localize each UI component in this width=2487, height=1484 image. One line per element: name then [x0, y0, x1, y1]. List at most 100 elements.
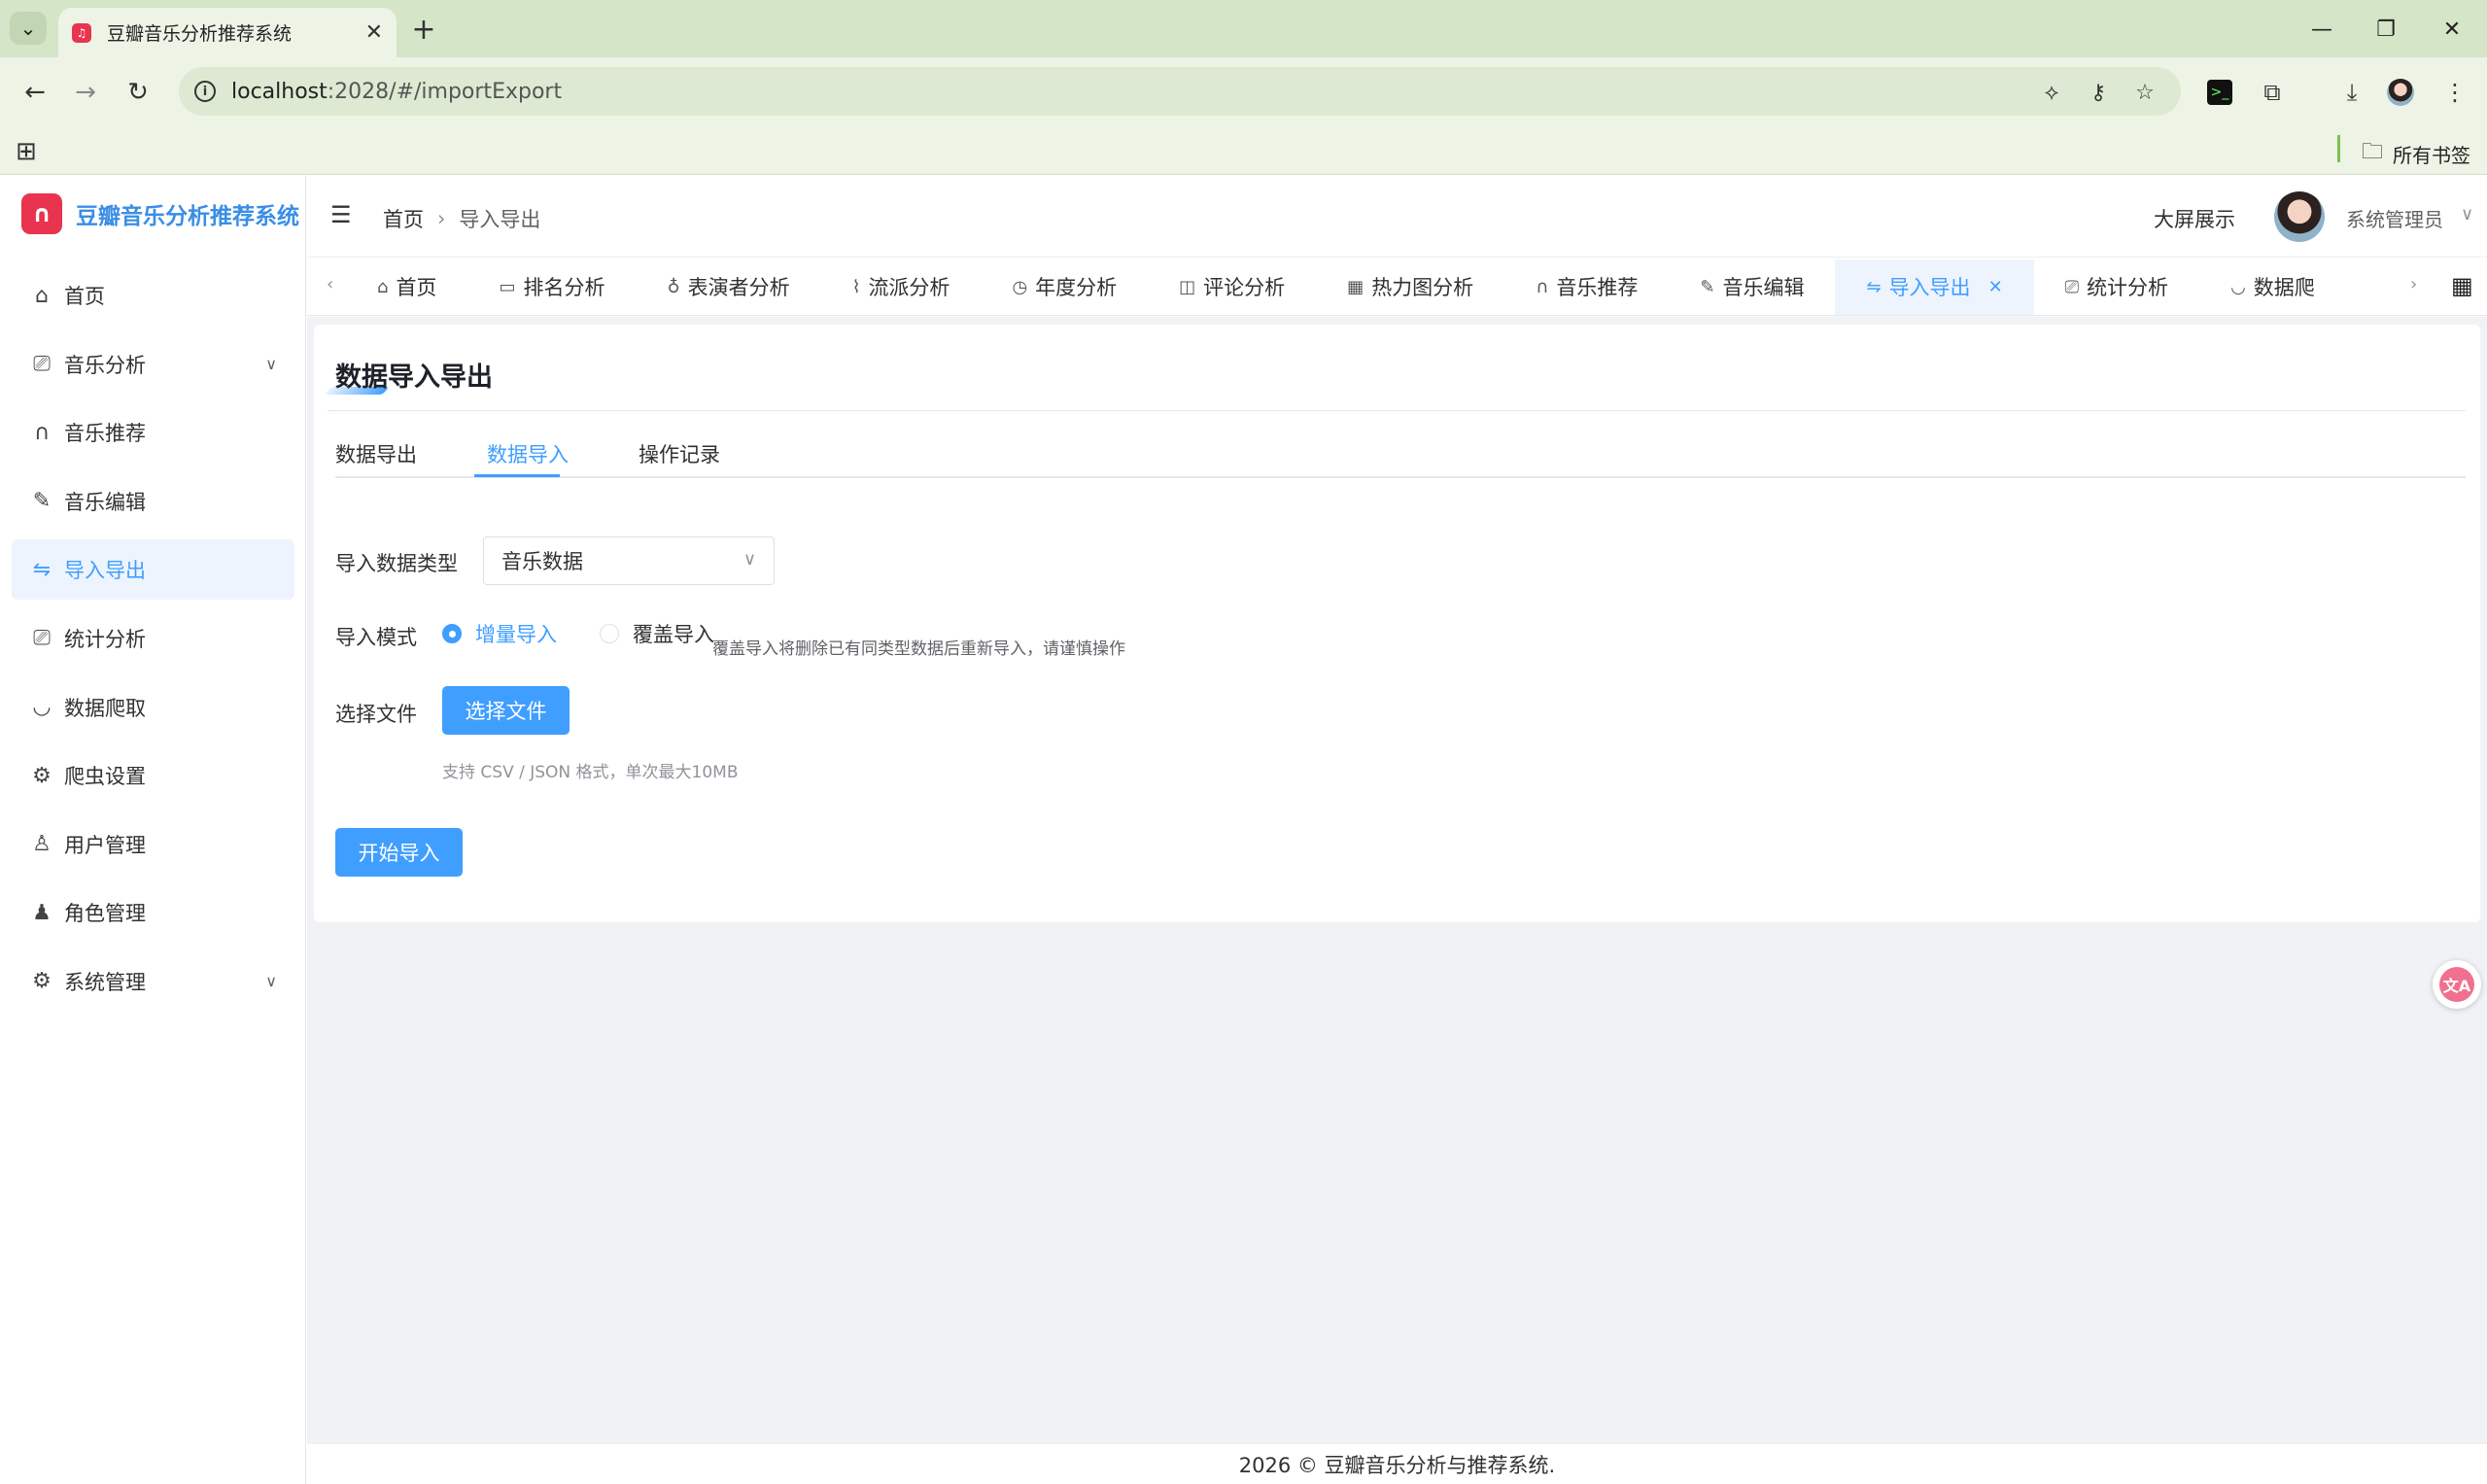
radio-incremental-label: 增量导入: [475, 623, 557, 646]
footer-copyright: 2026 © 豆瓣音乐分析与推荐系统.: [1238, 1453, 1556, 1477]
sidebar-item-music-recommend[interactable]: ∩ 音乐推荐: [12, 402, 294, 463]
import-mode-label: 导入模式: [335, 626, 417, 649]
tag-label: 评论分析: [1203, 276, 1286, 299]
tag-label: 年度分析: [1035, 276, 1118, 299]
tag-crawl[interactable]: ◡ 数据爬: [2199, 258, 2346, 315]
sidebar-item-music-analysis[interactable]: ⎚ 音乐分析 ∨: [12, 334, 294, 395]
reload-button[interactable]: ↻: [119, 73, 157, 112]
sidebar-item-crawler-settings[interactable]: ⚙ 爬虫设置: [12, 745, 294, 806]
app-logo[interactable]: ∩ 豆瓣音乐分析推荐系统: [21, 193, 299, 234]
key-icon[interactable]: ⚷: [2082, 76, 2115, 109]
tag-import-export[interactable]: ⇋ 导入导出 ✕: [1835, 259, 2034, 315]
headphones-icon: ∩: [1536, 276, 1549, 297]
tag-heatmap[interactable]: ▦ 热力图分析: [1316, 258, 1504, 315]
sidebar-item-label: 系统管理: [64, 970, 146, 994]
sidebar-item-label: 音乐推荐: [64, 422, 146, 446]
close-icon[interactable]: ✕: [1988, 277, 2003, 297]
sidebar-item-system[interactable]: ⚙ 系统管理 ∨: [12, 951, 294, 1012]
overwrite-hint: 覆盖导入将删除已有同类型数据后重新导入，请谨慎操作: [712, 639, 1125, 659]
tag-label: 热力图分析: [1371, 276, 1474, 299]
breadcrumb-home[interactable]: 首页: [383, 204, 424, 233]
sidebar-item-label: 首页: [64, 285, 105, 308]
page-title: 数据导入导出: [335, 362, 493, 393]
tag-label: 排名分析: [523, 276, 605, 299]
apps-grid-icon[interactable]: ⊞: [16, 137, 37, 166]
tag-ranking[interactable]: ▭ 排名分析: [467, 258, 636, 315]
radio-dot: [442, 624, 462, 643]
sidebar-item-import-export[interactable]: ⇋ 导入导出: [12, 539, 294, 601]
profile-avatar-icon[interactable]: [2381, 73, 2420, 112]
terminal-extension-icon[interactable]: >_: [2200, 73, 2239, 112]
radio-overwrite[interactable]: 覆盖导入: [600, 619, 714, 648]
grid-icon: ▦: [1347, 276, 1364, 297]
download-icon[interactable]: ⤓: [2332, 73, 2371, 112]
all-bookmarks-button[interactable]: 🗀 所有书签: [2362, 135, 2470, 172]
tag-home[interactable]: ⌂ 首页: [346, 258, 467, 315]
choose-file-button[interactable]: 选择文件: [442, 686, 570, 735]
sidebar-item-music-edit[interactable]: ✎ 音乐编辑: [12, 471, 294, 532]
big-screen-link[interactable]: 大屏展示: [2154, 204, 2235, 233]
extensions-puzzle-icon[interactable]: ⧉: [2253, 73, 2292, 112]
tab-search-button[interactable]: ⌄: [10, 12, 47, 45]
import-type-select[interactable]: 音乐数据 ∨: [483, 536, 775, 585]
divider: [328, 410, 2466, 411]
browser-tab[interactable]: ♫ 豆瓣音乐分析推荐系统 ✕: [58, 8, 397, 57]
tab-data-export[interactable]: 数据导出: [335, 439, 417, 468]
sidebar-item-home[interactable]: ⌂ 首页: [12, 265, 294, 326]
translate-float-button[interactable]: 文A: [2433, 960, 2481, 1009]
url-path: :2028/#/importExport: [327, 79, 563, 104]
hamburger-menu-icon[interactable]: ☰: [330, 201, 352, 228]
breadcrumb-current: 导入导出: [459, 208, 541, 231]
close-icon[interactable]: ✕: [365, 20, 383, 45]
minimize-button[interactable]: —: [2297, 10, 2346, 49]
top-header: ☰ 首页 › 导入导出 大屏展示 系统管理员 ∨: [307, 176, 2487, 258]
more-menu-icon[interactable]: ⋮: [2435, 73, 2474, 112]
address-bar[interactable]: i localhost :2028/#/importExport ⟡ ⚷ ☆: [179, 67, 2181, 116]
sidebar-item-crawl[interactable]: ◡ 数据爬取: [12, 677, 294, 738]
chevron-down-icon[interactable]: ∨: [2461, 204, 2473, 224]
avatar[interactable]: [2274, 191, 2325, 242]
chevron-left-icon[interactable]: ‹: [327, 274, 333, 294]
radio-incremental[interactable]: 增量导入: [442, 619, 557, 648]
window-close-button[interactable]: ✕: [2428, 10, 2476, 49]
tag-recommend[interactable]: ∩ 音乐推荐: [1504, 258, 1669, 315]
chevron-right-icon[interactable]: ›: [2410, 274, 2417, 294]
sidebar-item-label: 数据爬取: [64, 696, 146, 720]
tag-statistics[interactable]: ⎚ 统计分析: [2034, 258, 2199, 315]
chevron-down-icon: ⌄: [19, 17, 37, 40]
sidebar-item-label: 统计分析: [64, 627, 146, 651]
bowl-icon: ◡: [32, 695, 52, 720]
tag-yearly[interactable]: ◷ 年度分析: [981, 258, 1148, 315]
sidebar-item-statistics[interactable]: ⎚ 统计分析: [12, 608, 294, 669]
sidebar-item-label: 音乐分析: [64, 353, 146, 377]
tag-edit[interactable]: ✎ 音乐编辑: [1669, 258, 1835, 315]
sidebar: ∩ 豆瓣音乐分析推荐系统 ⌂ 首页 ⎚ 音乐分析 ∨ ∩ 音乐推荐 ✎ 音乐编辑…: [0, 176, 306, 1484]
star-bookmark-icon[interactable]: ☆: [2128, 76, 2161, 109]
tags-view-bar: ‹ ⌂ 首页 ▭ 排名分析 ♁ 表演者分析 ⌇ 流派分析 ◷ 年度分析 ◫ 评论分析 ▦ 热力图分析 ∩ 音乐…: [307, 258, 2487, 316]
back-button[interactable]: ←: [16, 73, 54, 112]
paperclip-icon: ⌇: [851, 276, 861, 297]
monitor-icon: ⎚: [33, 626, 51, 651]
import-type-label: 导入数据类型: [335, 552, 458, 575]
tag-label: 表演者分析: [687, 276, 790, 299]
restore-button[interactable]: ❐: [2362, 10, 2410, 49]
tab-data-import[interactable]: 数据导入: [487, 439, 569, 468]
new-tab-button[interactable]: +: [406, 12, 441, 47]
start-import-button[interactable]: 开始导入: [335, 828, 463, 877]
translate-page-icon[interactable]: ⟡: [2035, 76, 2068, 109]
tag-genre[interactable]: ⌇ 流派分析: [821, 258, 982, 315]
tab-operation-log[interactable]: 操作记录: [639, 439, 720, 468]
edit-icon: ✎: [32, 489, 52, 514]
chevron-down-icon: ∨: [743, 549, 756, 569]
monitor-icon: ⎚: [33, 352, 51, 377]
sidebar-item-roles[interactable]: ♟ 角色管理: [12, 882, 294, 943]
user-name-dropdown[interactable]: 系统管理员: [2346, 204, 2443, 232]
tag-performer[interactable]: ♁ 表演者分析: [636, 258, 820, 315]
grid-menu-icon[interactable]: ▦: [2451, 272, 2473, 299]
site-info-icon[interactable]: i: [194, 81, 216, 102]
sidebar-item-users[interactable]: ♙ 用户管理: [12, 814, 294, 875]
user-icon: ♙: [32, 832, 52, 857]
main-content: 数据导入导出 数据导出 数据导入 操作记录 导入数据类型 音乐数据 ∨ 导入模式…: [307, 317, 2487, 1443]
forward-button[interactable]: →: [66, 73, 105, 112]
tag-comments[interactable]: ◫ 评论分析: [1148, 258, 1316, 315]
